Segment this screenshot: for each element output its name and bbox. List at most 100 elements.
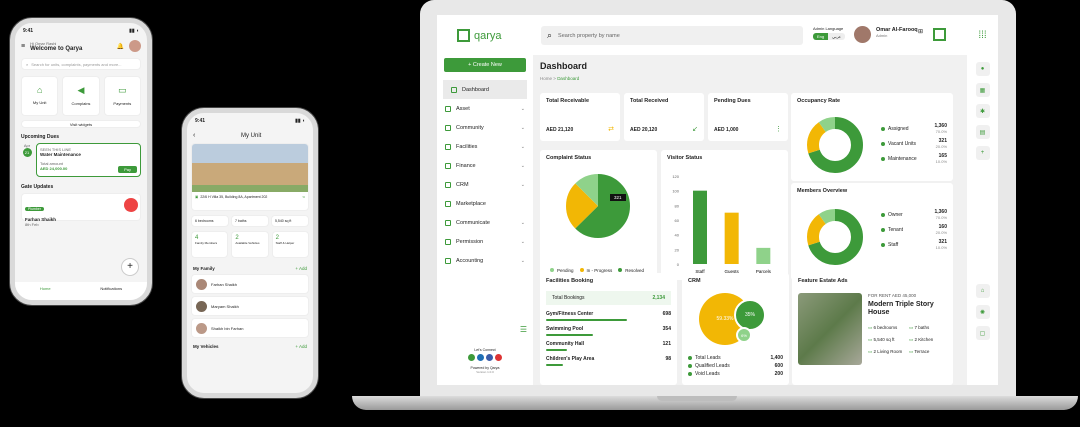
- complaint-pie: [566, 174, 630, 238]
- sos-button[interactable]: [124, 198, 138, 212]
- account-settings-icon[interactable]: ⊞: [918, 28, 923, 35]
- youtube-icon[interactable]: [495, 354, 502, 361]
- house-photo: [192, 144, 308, 192]
- members-overview-panel: Members Overview Owner 1,360 70.0% Tenant 1…: [791, 183, 953, 280]
- add-fab[interactable]: +: [121, 258, 139, 276]
- calendar-icon[interactable]: ▦: [975, 83, 990, 97]
- unit-card[interactable]: ▣ 22/6 H Villa 35, Building 8A, Apartment…: [191, 143, 309, 211]
- add-icon[interactable]: +: [975, 146, 990, 160]
- nav-item-asset[interactable]: Asset ⌄: [437, 99, 533, 118]
- avatar: [196, 322, 207, 334]
- facilities-booking-panel: Facilities Booking Total Bookings 2,134 G…: [540, 273, 677, 385]
- nav-item-dashboard[interactable]: Dashboard: [443, 80, 527, 99]
- occupancy-panel: Occupancy Rate Assigned 1,360 70.0% Vacant…: [791, 93, 953, 181]
- stat-staff[interactable]: 2 Staff & Helper: [271, 231, 309, 258]
- search-input[interactable]: ⌕ Search for units, complaints, payments …: [21, 58, 141, 70]
- whatsapp-icon[interactable]: [468, 354, 475, 361]
- nav-icon: [445, 200, 451, 207]
- add-vehicle-button[interactable]: + Add: [295, 344, 307, 349]
- bar-guests[interactable]: [724, 212, 739, 264]
- due-card[interactable]: SEEN THIS LINE Water Maintenance Total a…: [36, 143, 141, 177]
- collapse-icon[interactable]: ☰: [520, 325, 527, 334]
- create-new-button[interactable]: + Create New: [444, 58, 526, 72]
- kpi-total-receivable[interactable]: Total Receivable AED 21,120 ⇄: [540, 93, 620, 141]
- apps-grid-icon[interactable]: ⁞⁞⁞: [967, 15, 998, 55]
- add-family-button[interactable]: + Add: [295, 266, 307, 271]
- legend-tenant: Tenant 160 20.0%: [881, 224, 947, 235]
- list-item[interactable]: Shaikh bin Farhan: [191, 318, 309, 338]
- dashboard-screen: qarya + Create New Dashboard Asset ⌄ Commun…: [437, 15, 998, 385]
- bar-staff[interactable]: [693, 190, 707, 264]
- list-item[interactable]: Maryam Shaikh: [191, 296, 309, 316]
- share-icon[interactable]: ⋖: [302, 195, 305, 199]
- gate-update-card[interactable]: Plumber Farhan Shaikh 8th Feb: [21, 193, 141, 227]
- avatar: [196, 278, 207, 290]
- back-icon[interactable]: ‹: [193, 132, 195, 139]
- facebook-icon[interactable]: [486, 354, 493, 361]
- tile-complains[interactable]: ◀ Complains: [62, 76, 100, 116]
- nav-icon: [445, 181, 451, 188]
- lang-english[interactable]: Eng: [813, 33, 829, 40]
- crm-bubble-void: 6%: [736, 327, 752, 343]
- nav-item-facilities[interactable]: Facilities ⌄: [437, 137, 533, 156]
- tile-payments[interactable]: ▭ Payments: [103, 76, 141, 116]
- pay-button[interactable]: Pay: [118, 166, 137, 173]
- phone-home-screen: 9:41 ▮▮ ◖ ≡ Hi Omar Rashi Welcome to Qarya…: [10, 18, 152, 305]
- nav-item-permission[interactable]: Permission ⌄: [437, 232, 533, 251]
- nav-item-accounting[interactable]: Accounting ⌄: [437, 251, 533, 270]
- stat-family[interactable]: 4 Family Members: [191, 231, 229, 258]
- linkedin-icon[interactable]: [477, 354, 484, 361]
- search-input[interactable]: ⌕ Search property by name: [541, 26, 803, 45]
- complaint-status-panel: Complaint Status 321 Pending In - Progre…: [540, 150, 657, 280]
- chat-icon[interactable]: ▢: [975, 326, 990, 340]
- nav-icon: [445, 162, 451, 169]
- bank-icon[interactable]: ⌂: [975, 284, 990, 298]
- nav-icon: [445, 124, 451, 131]
- legend-vacant: Vacant Units 321 20.0%: [881, 138, 947, 149]
- gear-icon[interactable]: ✺: [975, 305, 990, 319]
- avatar[interactable]: [129, 40, 141, 52]
- nav-icon: [445, 257, 451, 264]
- tab-notifications[interactable]: Notifications: [100, 286, 122, 300]
- nav-item-communicate[interactable]: Communicate ⌄: [437, 213, 533, 232]
- list-item[interactable]: Farhan Shaikh: [191, 274, 309, 294]
- bell-icon[interactable]: 🔔: [117, 43, 124, 50]
- y-tick-label: 0: [677, 262, 680, 267]
- nav-item-community[interactable]: Community ⌄: [437, 118, 533, 137]
- y-tick-label: 120: [672, 174, 679, 179]
- breadcrumb-home[interactable]: Home: [540, 76, 552, 81]
- notification-icon[interactable]: ●: [975, 62, 990, 76]
- y-tick-label: 20: [675, 247, 680, 252]
- logo-icon: [457, 29, 470, 42]
- search-icon: ⌕: [26, 62, 29, 67]
- tile-my-unit[interactable]: ⌂ My Unit: [21, 76, 59, 116]
- chevron-down-icon: ⌄: [520, 219, 525, 226]
- report-icon[interactable]: ▤: [975, 125, 990, 139]
- nav-icon: [445, 238, 451, 245]
- visit-widgets-button[interactable]: Visit widgets: [21, 120, 141, 128]
- chevron-down-icon: ⌄: [520, 238, 525, 245]
- kpi-total-received[interactable]: Total Received AED 20,120 ↙: [624, 93, 704, 141]
- pie-tooltip: 321: [610, 194, 626, 201]
- facility-bar: [546, 319, 627, 321]
- lang-arabic[interactable]: عربي: [828, 33, 846, 40]
- crm-panel: CRM 59.33% 35% 6% Total Leads 1,400 Quali…: [682, 273, 789, 385]
- chevron-down-icon: ⌄: [520, 124, 525, 131]
- nav-item-marketplace[interactable]: Marketplace: [437, 194, 533, 213]
- nav-icon: [445, 219, 451, 226]
- feature-estate-ads-panel[interactable]: Feature Estate Ads FOR RENT AED 45,000 M…: [792, 273, 953, 385]
- logo-icon: [933, 28, 946, 41]
- avatar[interactable]: [854, 26, 871, 43]
- nav-item-finance[interactable]: Finance ⌄: [437, 156, 533, 175]
- visitor-bar-chart: 120100806040200Staff Guests Parcels: [672, 174, 771, 274]
- nav-icon: [445, 105, 451, 112]
- settings-icon[interactable]: ✱: [975, 104, 990, 118]
- bar-parcels[interactable]: [756, 247, 771, 264]
- stat-vehicles[interactable]: 2 Available Vehicles: [231, 231, 269, 258]
- phone-my-unit-screen: 9:41 ▮▮ ◖ ‹ My Unit ▣ 22/6 H Villa 35, Buil…: [182, 108, 318, 398]
- menu-icon[interactable]: ≡: [21, 43, 25, 50]
- nav-item-crm[interactable]: CRM ⌄: [437, 175, 533, 194]
- tab-home[interactable]: Home: [40, 286, 51, 300]
- kpi-pending-dues[interactable]: Pending Dues AED 1,000 ⋮: [708, 93, 788, 141]
- right-rail: ● ▦ ✱ ▤ + ⌂ ✺ ▢: [967, 55, 998, 385]
